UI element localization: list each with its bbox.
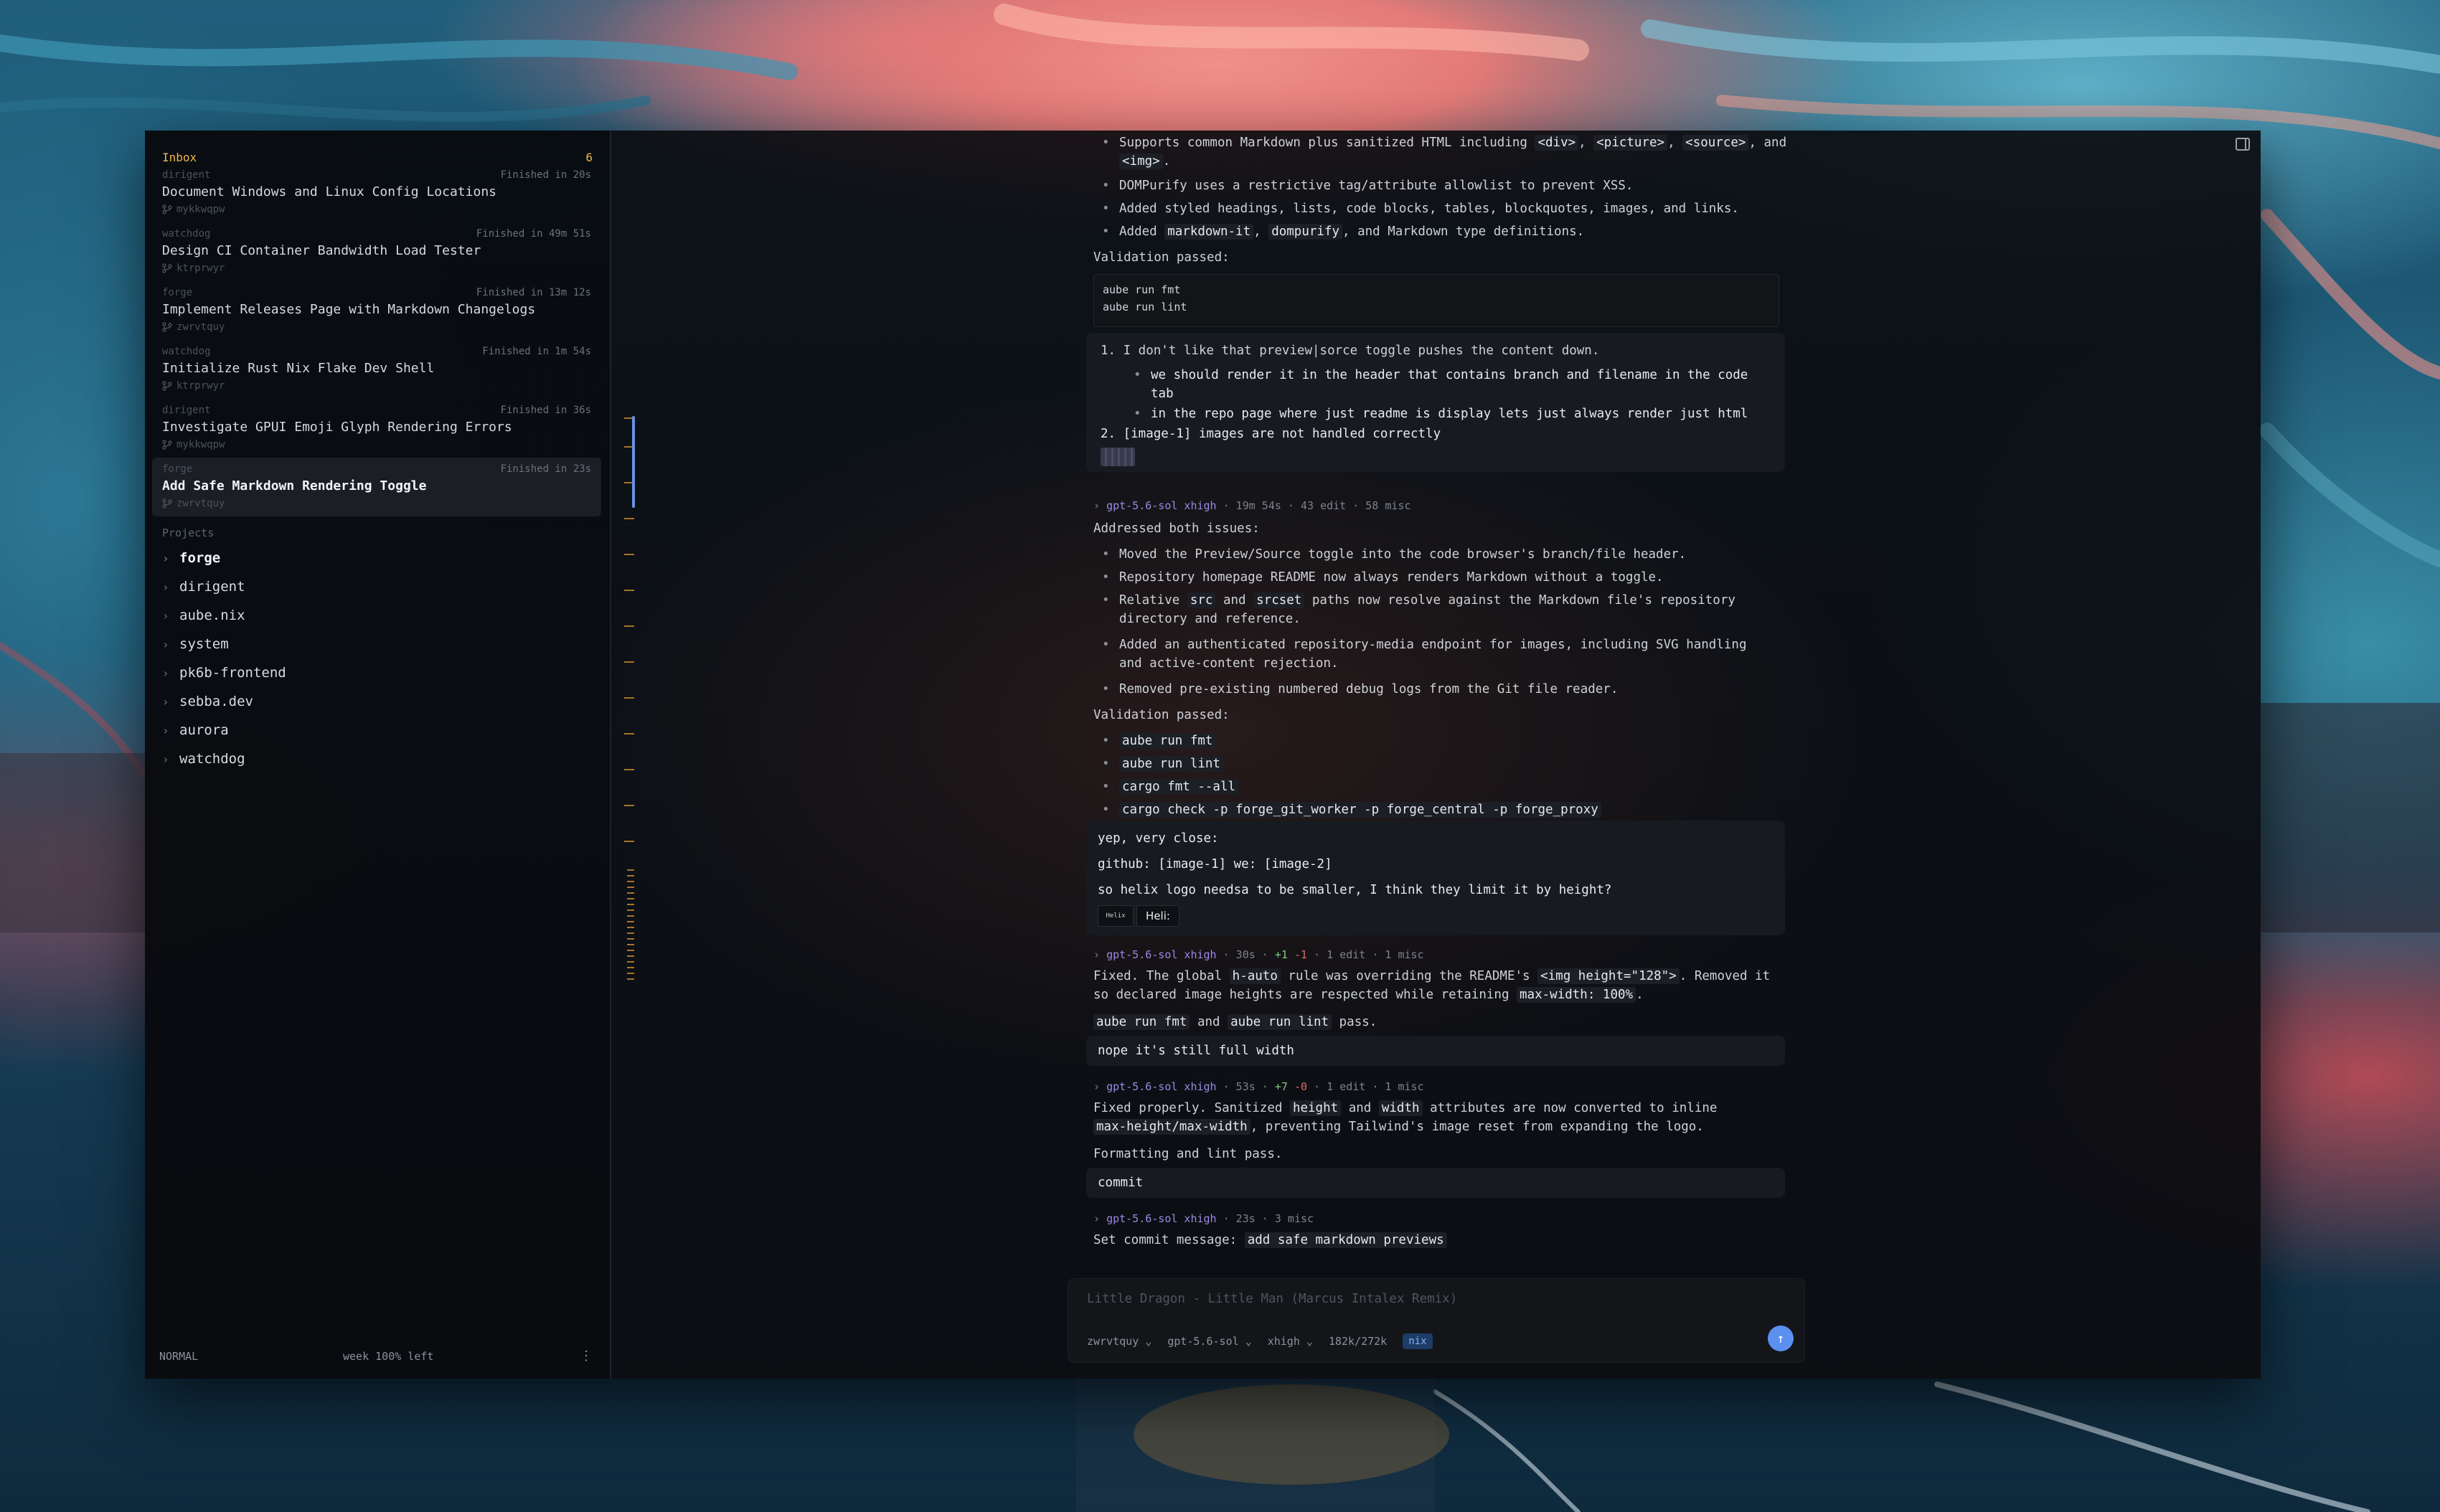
user-message: 1. I don't like that preview|sorce toggl… <box>1086 333 1785 472</box>
user-message-line: github: [image-1] we: [image-2] <box>1098 857 1332 871</box>
response-bullet: cargo check -p forge_git_worker -p forge… <box>1102 800 1601 819</box>
model-run-meta[interactable]: › gpt-5.6-sol xhigh · 23s · 3 misc <box>1093 1212 1314 1225</box>
response-text: Formatting and lint pass. <box>1093 1147 1283 1161</box>
user-message-line: so helix logo needsa to be smaller, I th… <box>1098 883 1612 897</box>
response-text: Set commit message: add safe markdown pr… <box>1093 1231 1447 1249</box>
response-text: Addressed both issues: <box>1093 521 1260 536</box>
code-block: aube run fmt aube run lint <box>1093 274 1779 327</box>
image-attachment-thumbnail[interactable]: Helix <box>1098 905 1134 927</box>
code-line: aube run fmt <box>1103 283 1181 296</box>
response-bullet: Relative src and srcset paths now resolv… <box>1102 591 1735 628</box>
response-bullet: DOMPurify uses a restrictive tag/attribu… <box>1102 176 1633 195</box>
image-attachment-thumbnail[interactable]: Heli: <box>1136 905 1179 927</box>
model-run-meta[interactable]: › gpt-5.6-sol xhigh · 30s · +1 -1 · 1 ed… <box>1093 948 1424 961</box>
response-bullet: Supports common Markdown plus sanitized … <box>1102 133 1786 171</box>
user-message-line: we should render it in the header that c… <box>1134 366 1748 403</box>
validation-heading: Validation passed: <box>1093 708 1230 722</box>
response-bullet: Added styled headings, lists, code block… <box>1102 199 1739 218</box>
response-text: aube run fmt and aube run lint pass. <box>1093 1013 1377 1031</box>
response-text: Fixed. The global h-auto rule was overri… <box>1093 968 1771 1003</box>
arrow-up-icon: ↑ <box>1776 1331 1785 1346</box>
app-window: Inbox 6 dirigent Finished in 20s Documen… <box>145 131 2261 1379</box>
conversation-area: Supports common Markdown plus sanitized … <box>145 131 2261 1379</box>
chevron-down-icon: ⌄ <box>1306 1335 1313 1348</box>
model-run-meta[interactable]: › gpt-5.6-sol xhigh · 19m 54s · 43 edit … <box>1093 499 1411 512</box>
response-bullet: Moved the Preview/Source toggle into the… <box>1102 545 1686 564</box>
response-bullet: Removed pre-existing numbered debug logs… <box>1102 680 1618 699</box>
user-message-line: commit <box>1098 1176 1144 1190</box>
user-message: nope it's still full width <box>1086 1036 1785 1066</box>
user-message-line: 2. [image-1] images are not handled corr… <box>1101 427 1441 441</box>
user-message-line: in the repo page where just readme is di… <box>1134 405 1748 423</box>
composer-toolbar: zwrvtquy ⌄ gpt-5.6-sol ⌄ xhigh ⌄ 182k/27… <box>1087 1333 1433 1349</box>
response-text: Fixed properly. Sanitized height and wid… <box>1093 1100 1718 1135</box>
token-usage: 182k/272k <box>1328 1335 1388 1348</box>
response-bullet: Added markdown-it, dompurify, and Markdo… <box>1102 222 1584 241</box>
effort-selector[interactable]: xhigh ⌄ <box>1268 1335 1313 1348</box>
user-message-line: yep, very close: <box>1098 831 1219 846</box>
model-run-meta[interactable]: › gpt-5.6-sol xhigh · 53s · +7 -0 · 1 ed… <box>1093 1080 1424 1093</box>
response-bullet: aube run lint <box>1102 755 1223 773</box>
composer-input[interactable]: Little Dragon - Little Man (Marcus Intal… <box>1087 1292 1457 1306</box>
branch-selector[interactable]: zwrvtquy ⌄ <box>1087 1335 1151 1348</box>
chevron-down-icon: ⌄ <box>1145 1335 1152 1348</box>
validation-heading: Validation passed: <box>1093 250 1230 265</box>
chevron-down-icon: ⌄ <box>1245 1335 1252 1348</box>
user-message-line: nope it's still full width <box>1098 1044 1294 1058</box>
environment-badge[interactable]: nix <box>1403 1333 1433 1349</box>
code-line: aube run lint <box>1103 301 1187 313</box>
user-message: commit <box>1086 1168 1785 1198</box>
user-message: yep, very close: github: [image-1] we: [… <box>1086 821 1785 935</box>
send-button[interactable]: ↑ <box>1768 1326 1794 1351</box>
response-bullet: Added an authenticated repository-media … <box>1102 635 1746 673</box>
image-attachment-thumbnail[interactable] <box>1101 448 1135 466</box>
message-composer[interactable]: Little Dragon - Little Man (Marcus Intal… <box>1068 1278 1805 1363</box>
response-bullet: Repository homepage README now always re… <box>1102 568 1664 587</box>
user-message-line: 1. I don't like that preview|sorce toggl… <box>1101 344 1600 358</box>
response-bullet: cargo fmt --all <box>1102 778 1239 796</box>
response-bullet: aube run fmt <box>1102 732 1216 750</box>
model-selector[interactable]: gpt-5.6-sol ⌄ <box>1167 1335 1251 1348</box>
